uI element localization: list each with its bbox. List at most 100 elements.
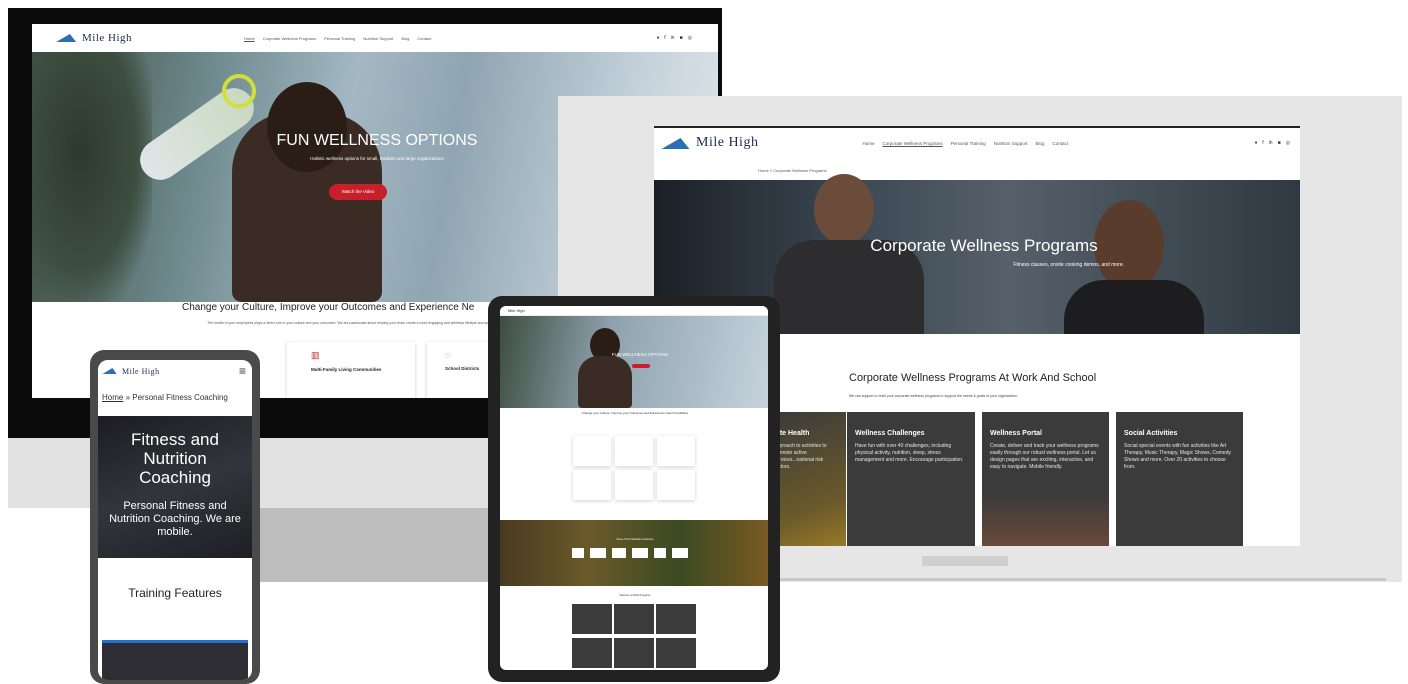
desktop-navbar: Mile High Home Corporate Wellness Progra… [32,24,718,52]
mountain-logo-icon [56,34,80,42]
nav-link-nutrition-support[interactable]: Nutrition Support [994,141,1028,146]
nav-link-personal-training[interactable]: Personal Training [324,36,355,41]
tablet-program-tile[interactable] [572,638,612,668]
desktop-logo[interactable]: Mile High [56,32,133,44]
tablet-program-tile[interactable] [656,638,696,668]
nav-link-home[interactable]: Home [862,141,874,146]
partner-logo [632,548,648,558]
brand-name: Mile High [122,366,160,376]
nav-link-blog[interactable]: Blog [1035,141,1044,146]
partner-logo [672,548,688,558]
phone-screen: Mile High ≡ Home » Personal Fitness Coac… [98,360,252,680]
laptop-section-body: We can support or build your corporate w… [849,394,1018,398]
phone-breadcrumb: Home » Personal Fitness Coaching [102,393,228,402]
hero-bottle-cap [222,74,256,108]
phone-hero: Fitness and Nutrition Coaching Personal … [98,416,252,558]
tablet-card[interactable] [615,436,653,466]
hero-person-body [578,356,632,408]
laptop-trackpad [922,556,1008,566]
tablet-card[interactable] [573,436,611,466]
phone-feature-image[interactable] [102,640,248,680]
instagram-icon[interactable]: ◎ [688,35,692,41]
nav-link-contact[interactable]: Contact [417,36,431,41]
tablet-section-heading: Change your Culture, Improve your Outcom… [581,411,689,415]
tablet-hero-button[interactable] [632,364,650,368]
tile-title: site Health [774,430,810,437]
twitter-icon[interactable]: ♦ [657,35,660,41]
laptop-tile-wellness-portal[interactable]: Wellness Portal Create, deliver and trac… [982,412,1109,546]
tablet-hero-title: FUN WELLNESS OPTIONS [611,352,669,357]
tablet-program-tile[interactable] [656,604,696,634]
tablet-program-tile[interactable] [614,638,654,668]
tablet-card[interactable] [615,470,653,500]
twitter-icon[interactable]: ♦ [1255,140,1258,146]
tablet-logo[interactable]: Mile High [508,308,525,313]
linkedin-icon[interactable]: in [1269,140,1273,146]
tablet-programs-heading: Wellness at Work Programs [619,594,651,597]
nav-link-contact[interactable]: Contact [1053,141,1069,146]
laptop-nav-links: Home Corporate Wellness Programs Persona… [862,141,1068,146]
building-icon: ▥ [311,350,320,360]
desktop-hero-title: FUN WELLNESS OPTIONS [276,132,478,149]
tablet-program-tile[interactable] [614,604,654,634]
hamburger-menu-icon[interactable]: ≡ [239,364,246,378]
laptop-logo[interactable]: Mile High [661,135,759,151]
tile-text: Social special events with fun activitie… [1124,443,1231,470]
nav-link-corporate-wellness[interactable]: Corporate Wellness Programs [263,36,317,41]
breadcrumb-separator: » [125,393,131,402]
tablet-hero: FUN WELLNESS OPTIONS [500,316,768,408]
tablet-navbar: Mile High [500,306,768,316]
laptop-hero-subtitle: Fitness classes, onsite cooking demos, a… [1013,262,1124,268]
hero-woman-body [1064,280,1204,334]
youtube-icon[interactable]: ■ [680,35,683,41]
instagram-icon[interactable]: ◎ [1286,140,1290,146]
nav-link-nutrition-support[interactable]: Nutrition Support [363,36,393,41]
brand-name: Mile High [82,32,133,44]
breadcrumb-current: Personal Fitness Coaching [132,393,228,402]
facebook-icon[interactable]: f [1262,140,1263,146]
facebook-icon[interactable]: f [664,35,665,41]
tablet-program-tile[interactable] [572,604,612,634]
brand-name: Mile High [696,135,759,150]
tablet-card[interactable] [657,436,695,466]
desktop-card-multifamily[interactable]: ▥ Multi-Family Living Communities [287,342,415,398]
nav-link-personal-training[interactable]: Personal Training [951,141,986,146]
partner-logos [572,548,688,558]
laptop-section-heading: Corporate Wellness Programs At Work And … [849,372,1097,384]
phone-navbar: Mile High ≡ [98,360,252,382]
phone-hero-title: Fitness and Nutrition Coaching [131,430,219,487]
partner-logo [572,548,584,558]
nav-link-home[interactable]: Home [244,36,255,41]
phone-hero-subtitle: Personal Fitness and Nutrition Coaching.… [109,500,241,538]
tile-text: Have fun with over 40 challenges, includ… [855,443,964,463]
laptop-hero-title: Corporate Wellness Programs [870,236,1098,255]
phone-section-heading: Training Features [128,586,222,600]
tablet-card[interactable] [573,470,611,500]
card-title: Multi-Family Living Communities [311,367,382,372]
linkedin-icon[interactable]: in [671,35,675,41]
tile-title: Wellness Challenges [855,430,925,437]
tablet-partners-banner: Some of Our Valuable Customers [500,520,768,586]
tablet-screen: Mile High FUN WELLNESS OPTIONS Change yo… [500,306,768,670]
youtube-icon[interactable]: ■ [1278,140,1281,146]
partner-logo [590,548,606,558]
hero-tree-silhouette [32,52,152,302]
laptop-tile-wellness-challenges[interactable]: Wellness Challenges Have fun with over 4… [847,412,975,546]
partner-logo [654,548,666,558]
partner-logo [612,548,626,558]
desktop-social-icons: ♦ f in ■ ◎ [657,35,692,41]
breadcrumb-home-link[interactable]: Home [102,393,123,402]
desktop-hero-subtitle: Holistic wellness options for small, med… [310,156,444,161]
nav-link-corporate-wellness[interactable]: Corporate Wellness Programs [882,141,942,146]
mountain-logo-icon [102,368,120,374]
tablet-partners-heading: Some of Our Valuable Customers [616,538,654,541]
nav-link-blog[interactable]: Blog [401,36,409,41]
tablet-card[interactable] [657,470,695,500]
tile-title: Social Activities [1124,430,1178,437]
laptop-breadcrumb[interactable]: Home » Corporate Wellness Programs [758,168,827,173]
hero-man-head [814,174,874,244]
laptop-tile-social-activities[interactable]: Social Activities Social special events … [1116,412,1243,546]
laptop-social-icons: ♦ f in ■ ◎ [1255,140,1290,146]
watch-video-button[interactable]: Watch the Video [329,184,387,200]
phone-logo[interactable]: Mile High [102,366,160,376]
